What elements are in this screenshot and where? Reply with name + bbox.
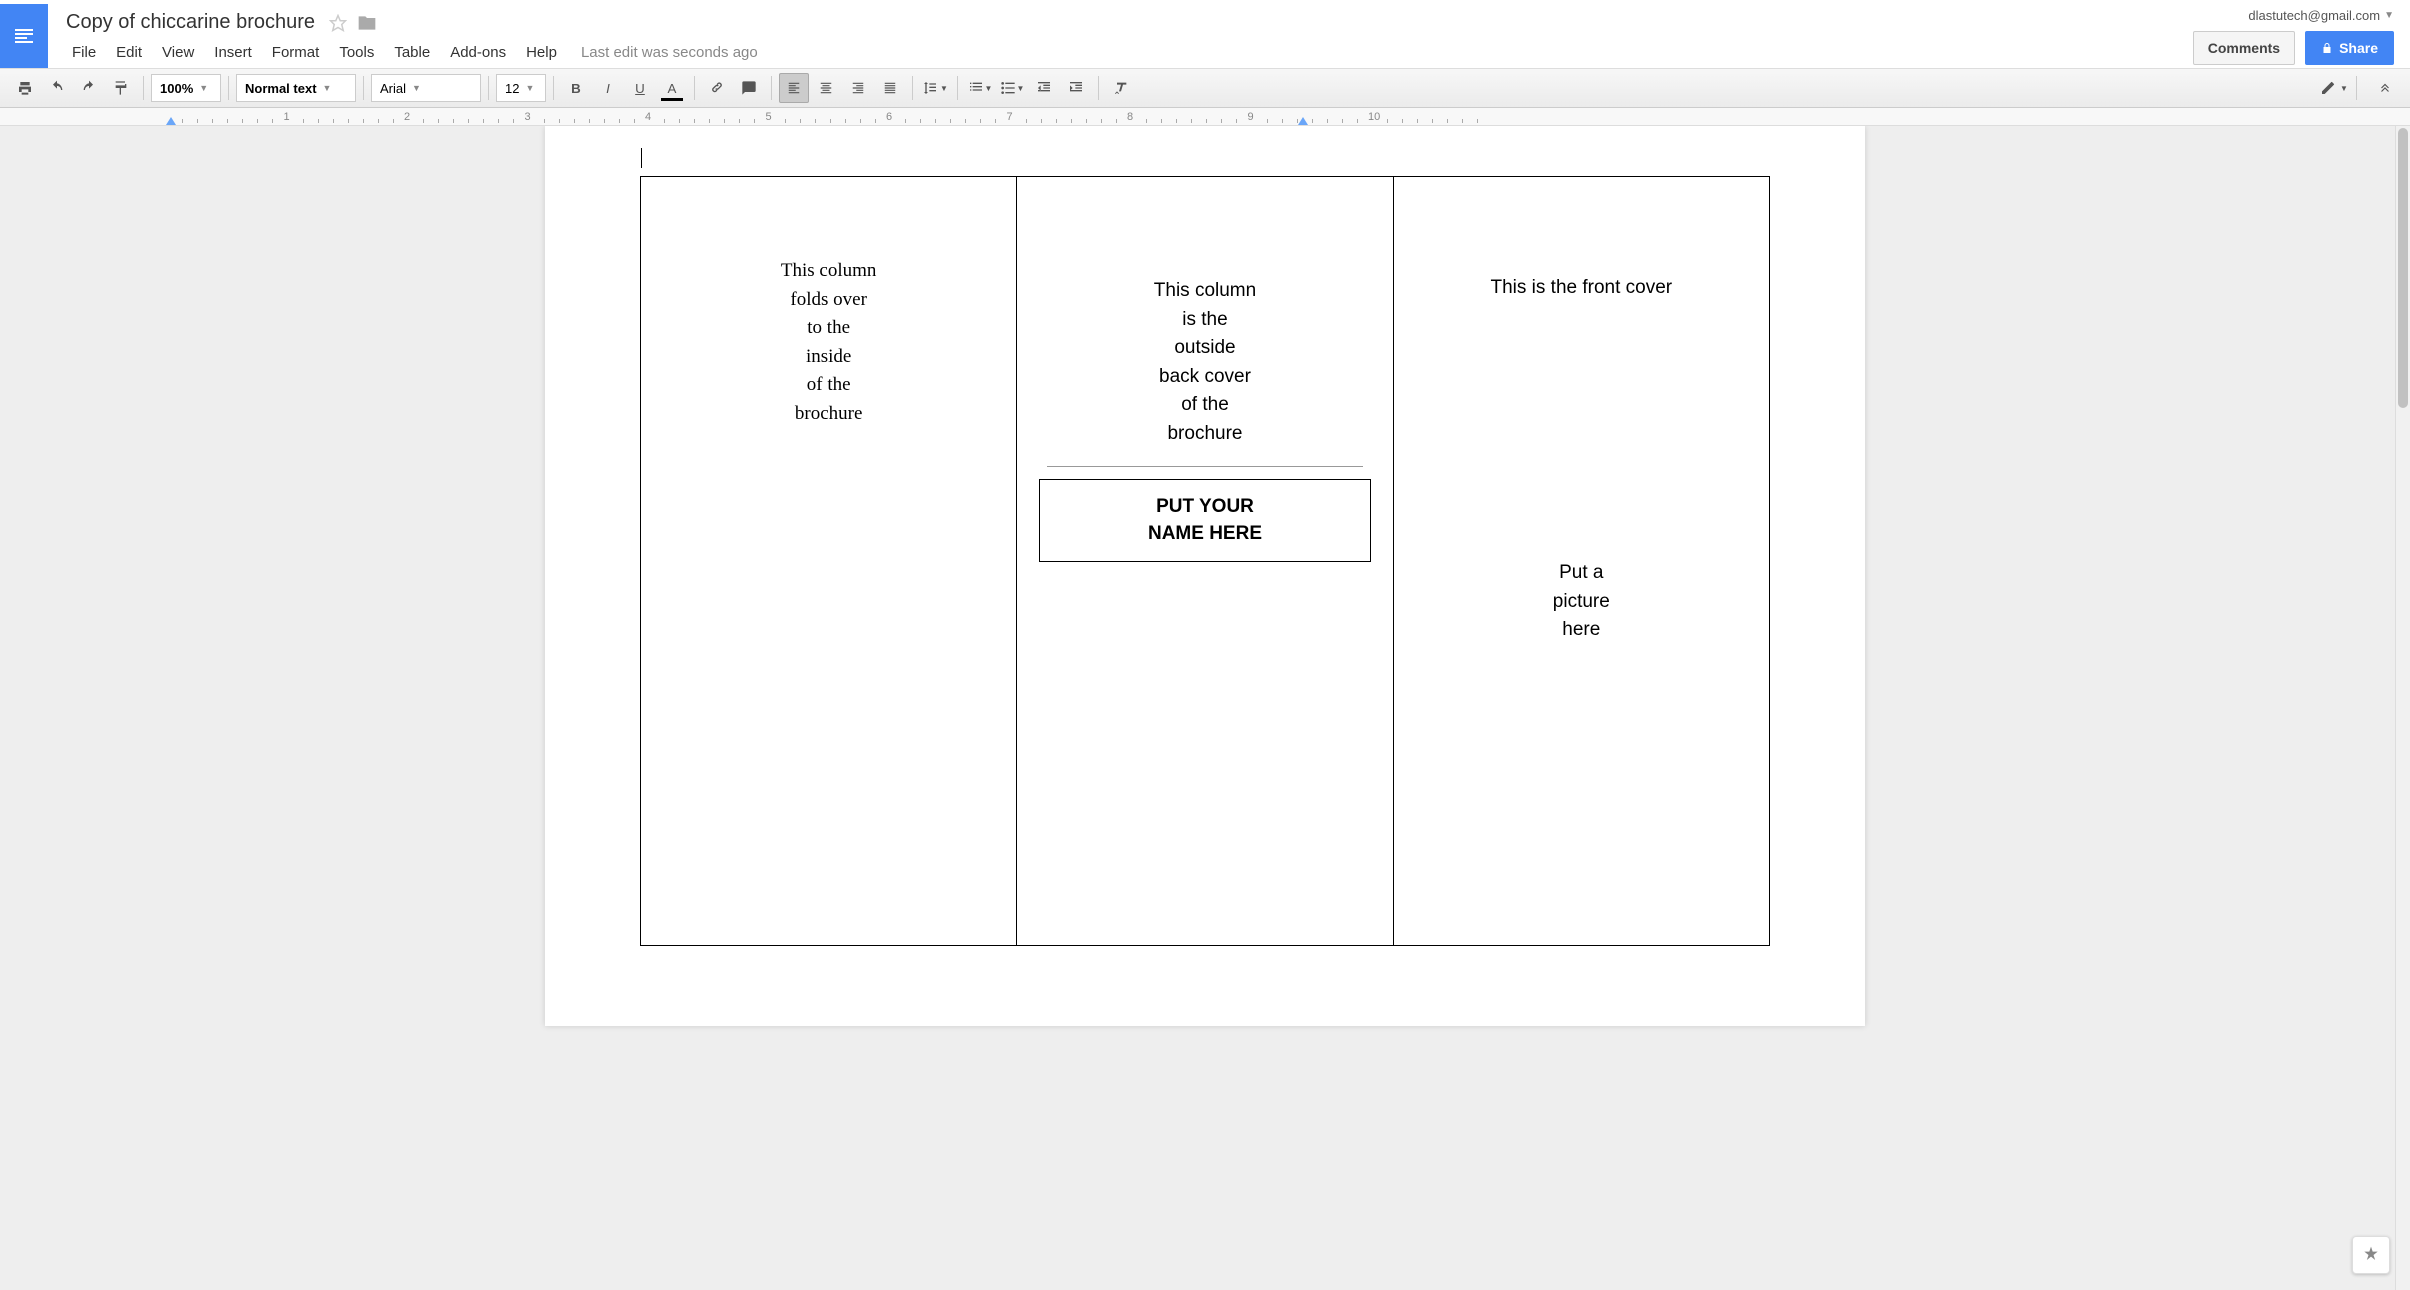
separator [553,76,554,100]
align-center-button[interactable] [811,73,841,103]
document-title[interactable]: Copy of chiccarine brochure [62,9,319,36]
insert-link-button[interactable] [702,73,732,103]
menu-insert[interactable]: Insert [204,38,262,67]
editing-mode-button[interactable]: ▼ [2319,73,2349,103]
print-button[interactable] [10,73,40,103]
col3-title[interactable]: This is the front cover [1414,277,1749,299]
ruler-number: 10 [1368,111,1380,123]
align-justify-button[interactable] [875,73,905,103]
separator [228,76,229,100]
ruler-number: 3 [525,111,531,123]
ruler-number: 8 [1127,111,1133,123]
ruler-number: 6 [886,111,892,123]
clear-formatting-button[interactable] [1106,73,1136,103]
toolbar: 100%▼ Normal text▼ Arial▼ 12▼ B I U A ▼ … [0,68,2410,108]
comments-button[interactable]: Comments [2193,31,2295,65]
menu-format[interactable]: Format [262,38,330,67]
ruler-number: 9 [1248,111,1254,123]
lock-icon [2321,42,2333,54]
styles-select[interactable]: Normal text▼ [236,74,356,102]
menu-tools[interactable]: Tools [329,38,384,67]
star-icon[interactable] [329,14,347,32]
text-cursor [641,148,642,168]
decrease-indent-button[interactable] [1029,73,1059,103]
docs-home-icon[interactable] [0,4,48,68]
bulleted-list-button[interactable]: ▼ [997,73,1027,103]
caret-down-icon: ▼ [2384,10,2394,21]
text-color-button[interactable]: A [657,73,687,103]
user-account[interactable]: dlastutech@gmail.com ▼ [2248,8,2394,23]
menu-file[interactable]: File [62,38,106,67]
page[interactable]: This column folds over to the inside of … [545,126,1865,1026]
bold-button[interactable]: B [561,73,591,103]
italic-button[interactable]: I [593,73,623,103]
separator [1098,76,1099,100]
brochure-col-3[interactable]: This is the front cover Put a picture he… [1394,177,1769,945]
col3-picture-placeholder[interactable]: Put a picture here [1414,559,1749,645]
ruler-number: 1 [284,111,290,123]
brochure-col-2[interactable]: This column is the outside back cover of… [1017,177,1393,945]
col2-text[interactable]: This column is the outside back cover of… [1037,277,1372,448]
document-canvas[interactable]: This column folds over to the inside of … [0,126,2410,1290]
menu-addons[interactable]: Add-ons [440,38,516,67]
indent-marker-left[interactable] [166,117,176,125]
divider [1047,466,1362,467]
insert-comment-button[interactable] [734,73,764,103]
ruler-number: 4 [645,111,651,123]
zoom-select[interactable]: 100%▼ [151,74,221,102]
indent-marker-right[interactable] [1298,117,1308,125]
fontsize-select[interactable]: 12▼ [496,74,546,102]
menu-table[interactable]: Table [384,38,440,67]
separator [143,76,144,100]
brochure-table[interactable]: This column folds over to the inside of … [640,176,1770,946]
scrollbar-thumb[interactable] [2398,128,2408,408]
paint-format-button[interactable] [106,73,136,103]
user-email-text: dlastutech@gmail.com [2248,8,2380,23]
menu-edit[interactable]: Edit [106,38,152,67]
separator [2356,76,2357,100]
font-select[interactable]: Arial▼ [371,74,481,102]
menu-help[interactable]: Help [516,38,567,67]
undo-button[interactable] [42,73,72,103]
ruler-number: 7 [1007,111,1013,123]
separator [771,76,772,100]
redo-button[interactable] [74,73,104,103]
menu-view[interactable]: View [152,38,204,67]
name-box[interactable]: PUT YOUR NAME HERE [1039,479,1370,562]
ruler-number: 2 [404,111,410,123]
share-label: Share [2339,40,2378,56]
last-edit-text[interactable]: Last edit was seconds ago [581,44,758,61]
folder-icon[interactable] [357,13,377,33]
share-button[interactable]: Share [2305,31,2394,65]
ruler-number: 5 [766,111,772,123]
collapse-toolbar-button[interactable] [2370,73,2400,103]
align-left-button[interactable] [779,73,809,103]
underline-button[interactable]: U [625,73,655,103]
separator [957,76,958,100]
separator [363,76,364,100]
col1-text[interactable]: This column folds over to the inside of … [661,257,996,428]
explore-button[interactable] [2352,1236,2390,1274]
vertical-scrollbar[interactable] [2395,126,2410,1290]
separator [488,76,489,100]
align-right-button[interactable] [843,73,873,103]
brochure-col-1[interactable]: This column folds over to the inside of … [641,177,1017,945]
separator [912,76,913,100]
numbered-list-button[interactable]: ▼ [965,73,995,103]
ruler[interactable]: 1 2 3 4 5 6 7 8 9 10 [0,108,2410,126]
increase-indent-button[interactable] [1061,73,1091,103]
separator [694,76,695,100]
line-spacing-button[interactable]: ▼ [920,73,950,103]
